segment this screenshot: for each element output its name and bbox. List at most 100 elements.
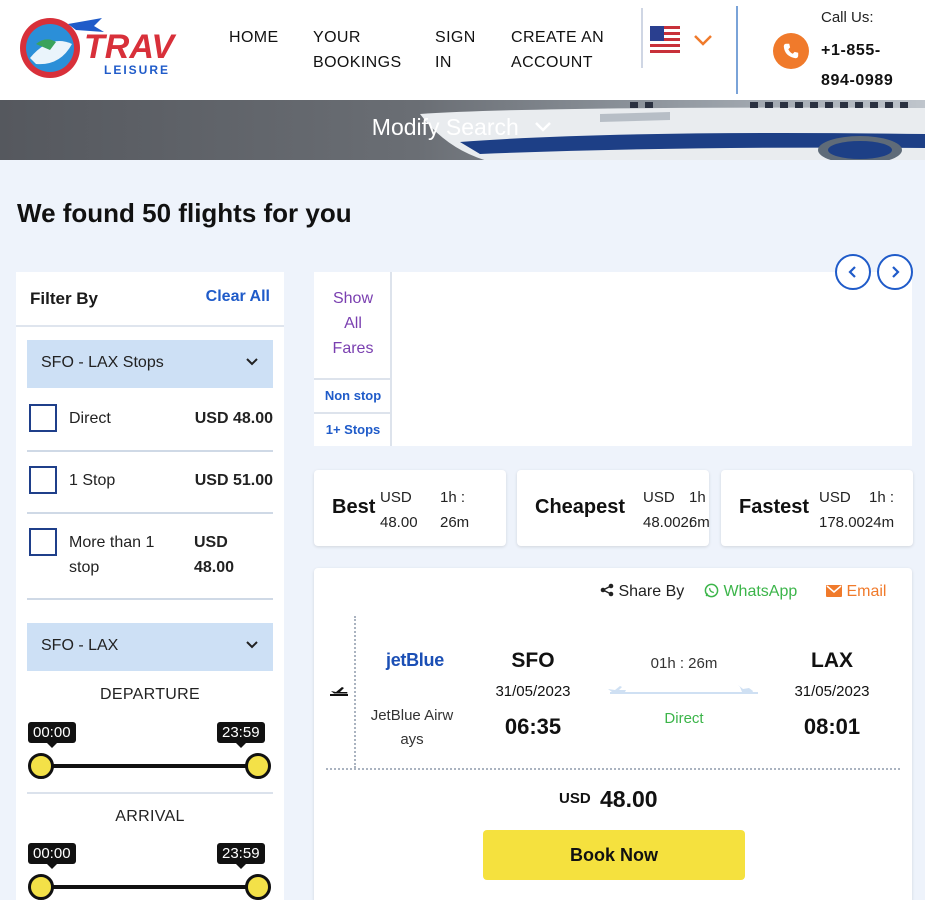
destination-code: LAX xyxy=(811,649,853,672)
chevron-down-icon xyxy=(245,354,259,372)
nav-signin-line1: SIGN xyxy=(435,29,476,46)
stop-option-direct[interactable]: Direct USD 48.00 xyxy=(27,390,273,452)
stop-option-1-stop[interactable]: 1 Stop USD 51.00 xyxy=(27,452,273,514)
next-arrow-button[interactable] xyxy=(877,254,913,290)
phone-line1: +1-855- xyxy=(821,42,881,59)
chevron-down-icon xyxy=(245,637,259,655)
origin-code: SFO xyxy=(511,649,555,672)
landing-icon xyxy=(738,685,753,693)
arrival-label: ARRIVAL xyxy=(115,808,185,825)
share-by-label: Share By xyxy=(600,582,684,602)
best-tab-price: USD 48.00 xyxy=(380,485,418,535)
more-stops-price-currency: USD xyxy=(194,534,228,551)
departure-label: DEPARTURE xyxy=(100,686,200,703)
results-title: We found 50 flights for you xyxy=(17,198,352,228)
share-by-text: Share By xyxy=(618,583,685,600)
departure-min-handle[interactable] xyxy=(28,753,54,779)
modify-search-button[interactable]: Modify Search xyxy=(0,114,925,141)
show-all-line1: Show xyxy=(332,290,374,307)
one-stop-price: USD 51.00 xyxy=(194,472,273,489)
phone-icon[interactable] xyxy=(773,33,809,69)
site-header: TRAV LEISURE HOME YOUR BOOKINGS SIGN IN … xyxy=(0,0,925,100)
best-tab-duration-line1: 1h : xyxy=(440,489,466,506)
more-stops-label: More than 1 stop xyxy=(69,530,154,580)
flight-card: Share By WhatsApp Email jetBlue JetBlue … xyxy=(314,568,912,900)
arrival-time: 08:01 xyxy=(803,714,861,739)
departure-max-time: 23:59 xyxy=(217,722,265,748)
stops-status: Direct xyxy=(664,710,704,727)
fastest-tab-duration: 1h : xyxy=(869,489,895,506)
nav-home[interactable]: HOME xyxy=(229,25,279,50)
arrival-max-handle[interactable] xyxy=(245,874,271,900)
airplane-departure-icon xyxy=(328,680,350,702)
share-icon xyxy=(600,583,614,597)
clear-all-link[interactable]: Clear All xyxy=(206,288,270,306)
email-label: Email xyxy=(846,583,887,600)
header-divider xyxy=(736,6,738,94)
price-amount: 48.00 xyxy=(600,786,658,812)
jetblue-logo: jetBlue xyxy=(386,650,444,670)
nav-create-account[interactable]: CREATE AN ACCOUNT xyxy=(511,25,604,75)
arrival-min-handle[interactable] xyxy=(28,874,54,900)
show-all-line3: Fares xyxy=(332,340,374,357)
direct-label: Direct xyxy=(69,410,111,427)
arrival-min-time: 00:00 xyxy=(28,843,76,869)
time-section-label: SFO - LAX xyxy=(41,637,119,654)
direct-checkbox[interactable] xyxy=(29,404,57,432)
chevron-right-icon xyxy=(892,266,900,278)
cheapest-tab-name: Cheapest xyxy=(535,496,626,518)
phone-number[interactable]: +1-855- 894-0989 xyxy=(821,36,921,96)
show-all-fares-link[interactable]: Show All Fares xyxy=(314,286,392,361)
prev-arrow-button[interactable] xyxy=(835,254,871,290)
one-plus-stops-fares-link[interactable]: 1+ Stops xyxy=(314,412,392,446)
nav-your-bookings[interactable]: YOUR BOOKINGS xyxy=(313,25,402,75)
best-tab-duration: 1h : 26m xyxy=(440,485,469,535)
us-flag-icon[interactable] xyxy=(650,26,680,54)
chevron-left-icon xyxy=(848,266,856,278)
departure-min-time: 00:00 xyxy=(28,722,76,748)
card-horizontal-divider xyxy=(326,768,900,770)
call-us-label: Call Us: xyxy=(821,9,874,26)
arrival-date: 31/05/2023 xyxy=(794,683,870,700)
nav-home-label: HOME xyxy=(229,29,279,46)
fastest-tab-amount: 178.0024m xyxy=(819,514,895,531)
filter-title: Filter By xyxy=(30,289,99,308)
stops-section-toggle[interactable]: SFO - LAX Stops xyxy=(27,340,273,388)
filter-header: Filter By Clear All xyxy=(16,272,284,327)
sort-tab-fastest[interactable]: Fastest USD 178.0024m 1h : xyxy=(721,470,913,546)
direct-price: USD 48.00 xyxy=(194,410,273,427)
time-section-toggle[interactable]: SFO - LAX xyxy=(27,623,273,671)
route-line xyxy=(608,685,758,694)
chevron-down-icon[interactable] xyxy=(692,30,714,50)
non-stop-fares-link[interactable]: Non stop xyxy=(314,378,392,412)
nav-bookings-line2: BOOKINGS xyxy=(313,54,402,71)
more-stops-checkbox[interactable] xyxy=(29,528,57,556)
nav-signin-line2: IN xyxy=(435,54,452,71)
hero-banner: Modify Search xyxy=(0,100,925,160)
sort-tab-best[interactable]: Best USD 48.00 1h : 26m xyxy=(314,470,506,546)
departure-max-handle[interactable] xyxy=(245,753,271,779)
filter-divider xyxy=(27,792,273,794)
departure-slider-track[interactable] xyxy=(43,764,261,768)
book-now-button[interactable]: Book Now xyxy=(483,830,745,880)
whatsapp-label: WhatsApp xyxy=(723,583,798,600)
arrival-slider-track[interactable] xyxy=(43,885,261,889)
filter-panel: Filter By Clear All SFO - LAX Stops Dire… xyxy=(16,272,284,900)
departure-time: 06:35 xyxy=(504,714,562,739)
svg-text:TRAV: TRAV xyxy=(84,28,177,66)
fastest-tab-name: Fastest xyxy=(739,496,810,518)
whatsapp-share-link[interactable]: WhatsApp xyxy=(704,582,797,602)
one-stop-checkbox[interactable] xyxy=(29,466,57,494)
flag-divider xyxy=(641,8,643,68)
stop-option-more-than-1[interactable]: More than 1 stop USD 48.00 xyxy=(27,514,273,600)
email-share-link[interactable]: Email xyxy=(826,582,886,602)
nav-sign-in[interactable]: SIGN IN xyxy=(435,25,476,75)
trav-leisure-logo[interactable]: TRAV LEISURE xyxy=(16,14,196,82)
sort-tab-cheapest[interactable]: Cheapest USD 48.0026m 1h : xyxy=(517,470,709,546)
stops-section-label: SFO - LAX Stops xyxy=(41,354,164,371)
card-vertical-divider xyxy=(354,616,356,768)
modify-search-label: Modify Search xyxy=(371,114,519,140)
price-currency: USD xyxy=(559,790,591,807)
airline-name-line2: ays xyxy=(400,731,424,748)
phone-line2: 894-0989 xyxy=(821,72,894,89)
